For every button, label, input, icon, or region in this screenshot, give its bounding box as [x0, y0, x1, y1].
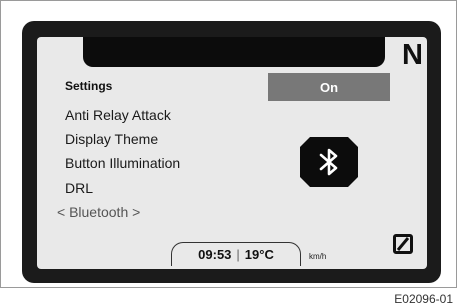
menu-item-button-illumination[interactable]: Button Illumination: [65, 155, 180, 171]
bluetooth-icon: [300, 137, 358, 187]
figure-frame: N Settings Anti Relay Attack Display The…: [0, 0, 457, 288]
figure-caption: E02096-01: [394, 292, 453, 306]
top-status-bar: [83, 37, 385, 67]
menu-item-bluetooth-selected[interactable]: < Bluetooth >: [57, 204, 140, 220]
gear-indicator: N: [402, 39, 423, 71]
status-pill: 09:53 | 19°C: [171, 242, 301, 266]
speed-unit: km/h: [309, 252, 327, 261]
menu-item-display-theme[interactable]: Display Theme: [65, 131, 158, 147]
zero-slash-icon: [393, 234, 413, 254]
status-separator: |: [236, 247, 240, 262]
instrument-screen: N Settings Anti Relay Attack Display The…: [37, 37, 427, 269]
menu-title: Settings: [65, 79, 113, 93]
bluetooth-toggle[interactable]: On: [268, 73, 390, 101]
temperature: 19°C: [244, 247, 274, 262]
menu-item-drl[interactable]: DRL: [65, 180, 93, 196]
slash-glyph: [396, 237, 410, 251]
menu-item-anti-relay-attack[interactable]: Anti Relay Attack: [65, 107, 171, 123]
bluetooth-glyph: [319, 148, 338, 176]
clock-time: 09:53: [198, 247, 232, 262]
